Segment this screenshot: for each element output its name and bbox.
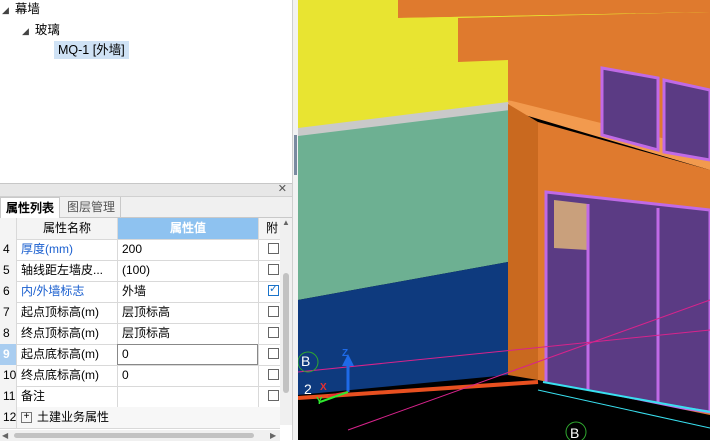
attach-checkbox[interactable] [268,369,279,380]
scrollbar-thumb[interactable] [283,273,289,393]
column-orange [508,104,538,380]
property-name: 终点顶标高(m) [16,323,117,344]
scroll-right-icon[interactable]: ▶ [270,431,276,440]
axis-label-y: Y [316,396,323,407]
axis-label-x: X [320,382,327,393]
property-value[interactable] [117,386,258,407]
axis-label-b: B [570,425,580,440]
row-number: 12 [0,407,16,428]
tree-node-glass[interactable]: ◢ 玻璃 [22,21,60,39]
row-number: 7 [0,302,16,323]
property-panel: ✕ 属性列表 图层管理 属性名称 属性值 附 4 厚度(mm) 200 5 轴线… [0,183,292,441]
axis-label-2: 2 [304,381,312,397]
scroll-up-icon[interactable]: ▲ [282,218,290,227]
row-number: 10 [0,365,16,386]
property-name: 轴线距左墙皮... [16,260,117,281]
building-model [298,0,710,440]
property-value[interactable]: 层顶标高 [117,302,258,323]
tree-node-curtain-wall[interactable]: ◢ 幕墙 [2,0,40,18]
component-tree: ◢ 幕墙 ◢ 玻璃 MQ-1 [外墙] [0,0,292,180]
table-row[interactable]: 6 内/外墙标志 外墙 [0,281,280,303]
door-panel-tan [554,200,588,250]
window-upper-left [600,66,660,152]
tree-node-label: 玻璃 [34,23,60,37]
attach-checkbox[interactable] [268,243,279,254]
group-row[interactable]: 12 + 土建业务属性 [0,407,280,429]
property-value[interactable]: 0 [117,365,258,386]
attach-checkbox[interactable] [268,327,279,338]
3d-viewport[interactable]: B 2 B Z X Y [298,0,710,440]
property-value-editor[interactable]: 0 [117,344,258,365]
tab-layer-management[interactable]: 图层管理 [62,197,122,217]
property-value[interactable]: 层顶标高 [117,323,258,344]
header-attach: 附 [258,218,280,239]
collapse-triangle-icon[interactable]: ◢ [2,1,9,19]
expand-plus-icon[interactable]: + [21,412,32,424]
axis-label-z: Z [342,348,349,359]
row-number: 6 [0,281,16,302]
attach-checkbox[interactable] [268,264,279,275]
property-name: 起点底标高(m) [16,344,117,365]
attach-checkbox-checked[interactable] [268,282,279,296]
axis-label-b: B [301,353,311,369]
table-row[interactable]: 4 厚度(mm) 200 [0,239,280,261]
scroll-left-icon[interactable]: ◀ [2,431,8,440]
attach-checkbox[interactable] [268,348,279,359]
property-name: 终点底标高(m) [16,365,117,386]
header-value: 属性值 [117,218,258,239]
scrollbar-thumb[interactable] [14,433,254,438]
property-name: 内/外墙标志 [16,281,117,302]
property-name: 起点顶标高(m) [16,302,117,323]
row-number: 9 [0,344,16,365]
property-value[interactable]: (100) [117,260,258,281]
tree-node-label: MQ-1 [外墙] [58,43,125,57]
row-number: 11 [0,386,16,407]
close-icon[interactable]: ✕ [278,182,287,195]
property-name: 厚度(mm) [16,239,117,260]
table-row[interactable]: 8 终点顶标高(m) 层顶标高 [0,323,280,345]
horizontal-scrollbar[interactable]: ◀ ▶ [0,430,280,441]
header-attach-label: 附 [266,221,279,235]
attach-checkbox[interactable] [268,390,279,401]
grid-header: 属性名称 属性值 附 [0,218,280,240]
header-rownum [0,218,16,239]
panel-titlebar: ✕ [0,182,292,197]
table-row[interactable]: 10 终点底标高(m) 0 [0,365,280,387]
table-row-selected[interactable]: 9 起点底标高(m) 0 [0,344,280,366]
splitter-grip[interactable] [294,135,297,175]
row-number: 4 [0,239,16,260]
vertical-scrollbar[interactable]: ▲ [280,218,292,425]
row-number: 8 [0,323,16,344]
property-value[interactable]: 200 [117,239,258,260]
table-row[interactable]: 7 起点顶标高(m) 层顶标高 [0,302,280,324]
tab-property-list[interactable]: 属性列表 [0,197,61,219]
group-name: + 土建业务属性 [16,407,157,428]
property-name: 备注 [16,386,117,407]
table-row[interactable]: 5 轴线距左墙皮... (100) [0,260,280,282]
header-name: 属性名称 [16,218,117,239]
panel-tabs: 属性列表 图层管理 [0,197,292,219]
window-upper-right [662,78,710,162]
tree-node-label: 幕墙 [14,2,40,16]
row-number: 5 [0,260,16,281]
tree-node-mq1[interactable]: MQ-1 [外墙] [54,41,129,59]
table-row[interactable]: 11 备注 [0,386,280,408]
attach-checkbox[interactable] [268,306,279,317]
property-value[interactable]: 外墙 [117,281,258,302]
group-label: 土建业务属性 [37,410,110,424]
collapse-triangle-icon[interactable]: ◢ [22,22,29,40]
